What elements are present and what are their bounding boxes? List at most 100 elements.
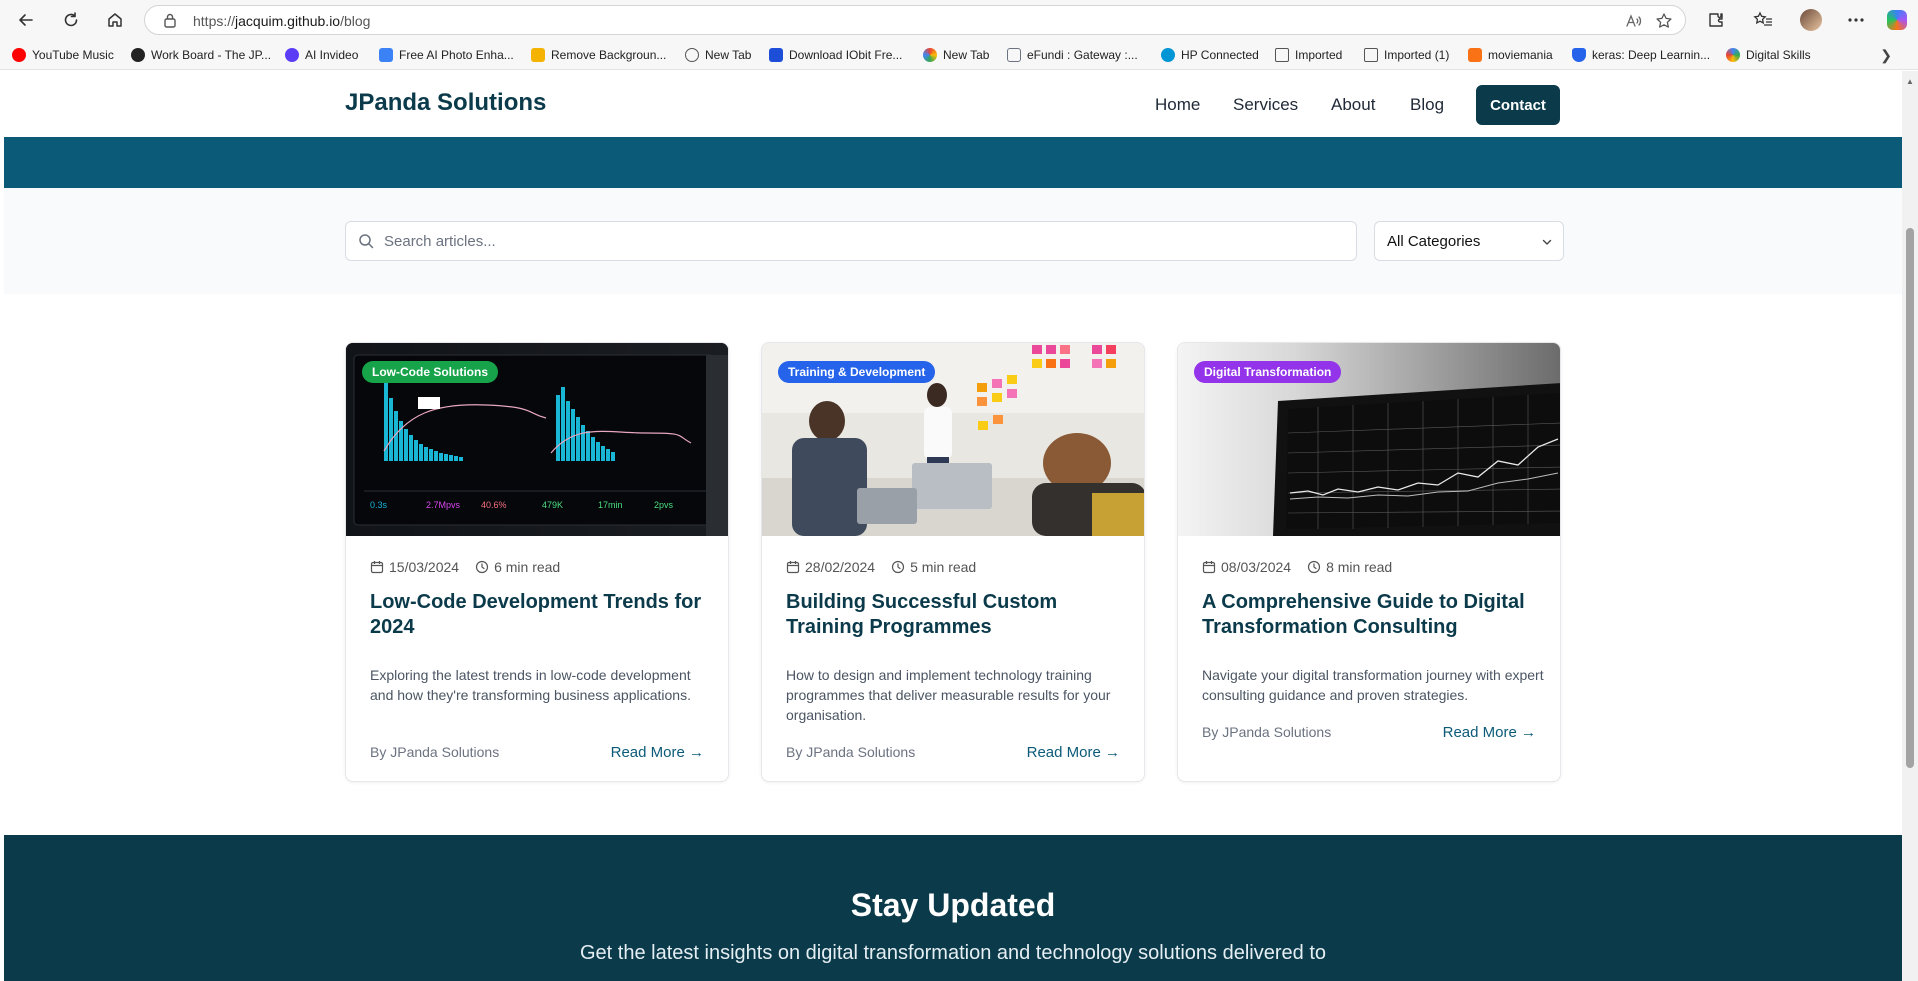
post-excerpt: Exploring the latest trends in low-code … — [370, 667, 691, 703]
svg-text:17min: 17min — [598, 500, 623, 510]
bookmark-item[interactable]: moviemania — [1468, 46, 1553, 64]
blog-card[interactable]: Digital Transformation 08/03/2024 8 min … — [1177, 342, 1561, 782]
post-meta: 08/03/2024 8 min read — [1202, 559, 1408, 575]
contact-button[interactable]: Contact — [1476, 85, 1560, 125]
bookmark-label: Remove Backgroun... — [551, 48, 667, 62]
svg-text:40.6%: 40.6% — [481, 500, 507, 510]
newsletter-section: Stay Updated Get the latest insights on … — [4, 835, 1902, 981]
nav-services[interactable]: Services — [1233, 95, 1298, 115]
calendar-icon — [1202, 561, 1216, 574]
svg-text:479K: 479K — [542, 500, 563, 510]
chevron-down-icon — [1541, 235, 1553, 253]
bookmark-folder[interactable]: Imported — [1275, 46, 1342, 64]
url-text[interactable]: https://jacquim.github.io/blog — [193, 13, 370, 29]
bookmark-item[interactable]: HP Connected — [1161, 46, 1259, 64]
page-scrollbar[interactable]: ▲ — [1902, 71, 1918, 981]
site-header: JPanda Solutions Home Services About Blo… — [4, 71, 1902, 137]
globe-icon — [685, 48, 699, 62]
bookmark-item[interactable]: eFundi : Gateway :... — [1007, 46, 1138, 64]
bookmark-item[interactable]: New Tab — [923, 46, 989, 64]
post-read-time-text: 6 min read — [494, 559, 561, 575]
search-input[interactable] — [384, 222, 1344, 260]
svg-text:0.3s: 0.3s — [370, 500, 388, 510]
lock-icon[interactable] — [163, 12, 177, 33]
nav-home[interactable]: Home — [1155, 95, 1200, 115]
search-box[interactable] — [345, 221, 1357, 261]
bookmark-item[interactable]: YouTube Music — [12, 46, 114, 64]
newsletter-subtitle: Get the latest insights on digital trans… — [580, 942, 1326, 964]
back-icon[interactable] — [12, 6, 40, 34]
copilot-icon[interactable] — [1883, 6, 1911, 34]
bookmark-label: keras: Deep Learnin... — [1592, 48, 1711, 62]
browser-toolbar: https://jacquim.github.io/blog — [0, 0, 1918, 40]
bookmark-item[interactable]: New Tab — [685, 46, 751, 64]
home-icon[interactable] — [101, 6, 129, 34]
category-select[interactable]: All Categories — [1374, 221, 1564, 261]
post-date: 15/03/2024 — [370, 559, 459, 575]
post-image-stock-chart-laptop[interactable]: Digital Transformation — [1178, 343, 1560, 536]
calendar-icon — [786, 561, 800, 574]
post-excerpt: How to design and implement technology t… — [786, 667, 1111, 723]
category-badge[interactable]: Digital Transformation — [1194, 361, 1342, 383]
youtube-music-icon — [12, 48, 26, 62]
site-logo[interactable]: JPanda Solutions — [345, 89, 546, 117]
extensions-icon[interactable] — [1702, 6, 1730, 34]
svg-text:2pvs: 2pvs — [654, 500, 674, 510]
refresh-icon[interactable] — [57, 6, 85, 34]
chevron-right-icon[interactable]: ❯ — [1880, 47, 1892, 64]
post-read-time: 6 min read — [475, 559, 560, 575]
favorite-star-icon[interactable] — [1653, 10, 1675, 32]
nav-about[interactable]: About — [1331, 95, 1375, 115]
clock-icon — [475, 560, 489, 574]
post-meta: 15/03/2024 6 min read — [370, 559, 576, 575]
bookmark-item[interactable]: Remove Backgroun... — [531, 46, 666, 64]
address-bar[interactable]: https://jacquim.github.io/blog — [144, 5, 1686, 35]
url-host: jacquim.github.io — [235, 13, 341, 29]
bookmark-folder[interactable]: Imported (1) — [1364, 46, 1449, 64]
post-image-team-meeting[interactable]: Training & Development — [762, 343, 1144, 536]
bookmark-item[interactable]: Digital Skills — [1726, 46, 1811, 64]
post-title[interactable]: Building Successful Custom Training Prog… — [786, 590, 1126, 640]
bookmark-label: moviemania — [1488, 48, 1553, 62]
post-date-text: 28/02/2024 — [805, 559, 876, 575]
category-badge[interactable]: Training & Development — [778, 361, 936, 383]
bookmarks-bar: YouTube Music Work Board - The JP... AI … — [0, 40, 1918, 70]
bookmark-item[interactable]: Download IObit Fre... — [769, 46, 902, 64]
bookmark-item[interactable]: Work Board - The JP... — [131, 46, 271, 64]
favorites-icon[interactable] — [1749, 6, 1777, 34]
read-aloud-icon[interactable] — [1623, 10, 1645, 32]
remove-bg-icon — [531, 48, 545, 62]
blog-card[interactable]: 0.3s 2.7Mpvs 40.6% 479K 17min 2pvs Low-C… — [345, 342, 729, 782]
post-image-analytics-dashboard[interactable]: 0.3s 2.7Mpvs 40.6% 479K 17min 2pvs Low-C… — [346, 343, 728, 536]
photo-enhance-icon — [379, 48, 393, 62]
read-more-link[interactable]: Read More → — [611, 744, 704, 761]
category-select-value: All Categories — [1387, 233, 1481, 250]
google-icon — [1726, 48, 1740, 62]
scroll-up-arrow-icon[interactable]: ▲ — [1906, 77, 1914, 86]
nav-blog[interactable]: Blog — [1410, 95, 1444, 115]
bookmark-label: Imported (1) — [1384, 48, 1450, 62]
post-title[interactable]: Low-Code Development Trends for 2024 — [370, 590, 710, 640]
svg-text:2.7Mpvs: 2.7Mpvs — [426, 500, 461, 510]
post-author: By JPanda Solutions — [786, 744, 916, 760]
url-path: /blog — [340, 13, 371, 29]
search-section: All Categories — [4, 188, 1902, 294]
profile-avatar[interactable] — [1797, 6, 1825, 34]
efundi-icon — [1007, 48, 1021, 62]
scrollbar-thumb[interactable] — [1906, 228, 1914, 768]
post-title[interactable]: A Comprehensive Guide to Digital Transfo… — [1202, 590, 1542, 640]
post-date-text: 15/03/2024 — [389, 559, 460, 575]
search-icon — [358, 233, 374, 254]
bookmark-item[interactable]: Free AI Photo Enha... — [379, 46, 514, 64]
bookmark-label: Imported — [1295, 48, 1343, 62]
bookmark-item[interactable]: keras: Deep Learnin... — [1572, 46, 1710, 64]
category-badge[interactable]: Low-Code Solutions — [362, 361, 498, 383]
newsletter-title: Stay Updated — [850, 887, 1056, 923]
more-menu-icon[interactable] — [1842, 6, 1870, 34]
blog-card[interactable]: Training & Development 28/02/2024 5 min … — [761, 342, 1145, 782]
read-more-link[interactable]: Read More → — [1027, 744, 1120, 761]
bookmark-item[interactable]: AI Invideo — [285, 46, 358, 64]
post-date: 28/02/2024 — [786, 559, 875, 575]
read-more-link[interactable]: Read More → — [1443, 724, 1536, 741]
post-read-time-text: 8 min read — [1326, 559, 1393, 575]
